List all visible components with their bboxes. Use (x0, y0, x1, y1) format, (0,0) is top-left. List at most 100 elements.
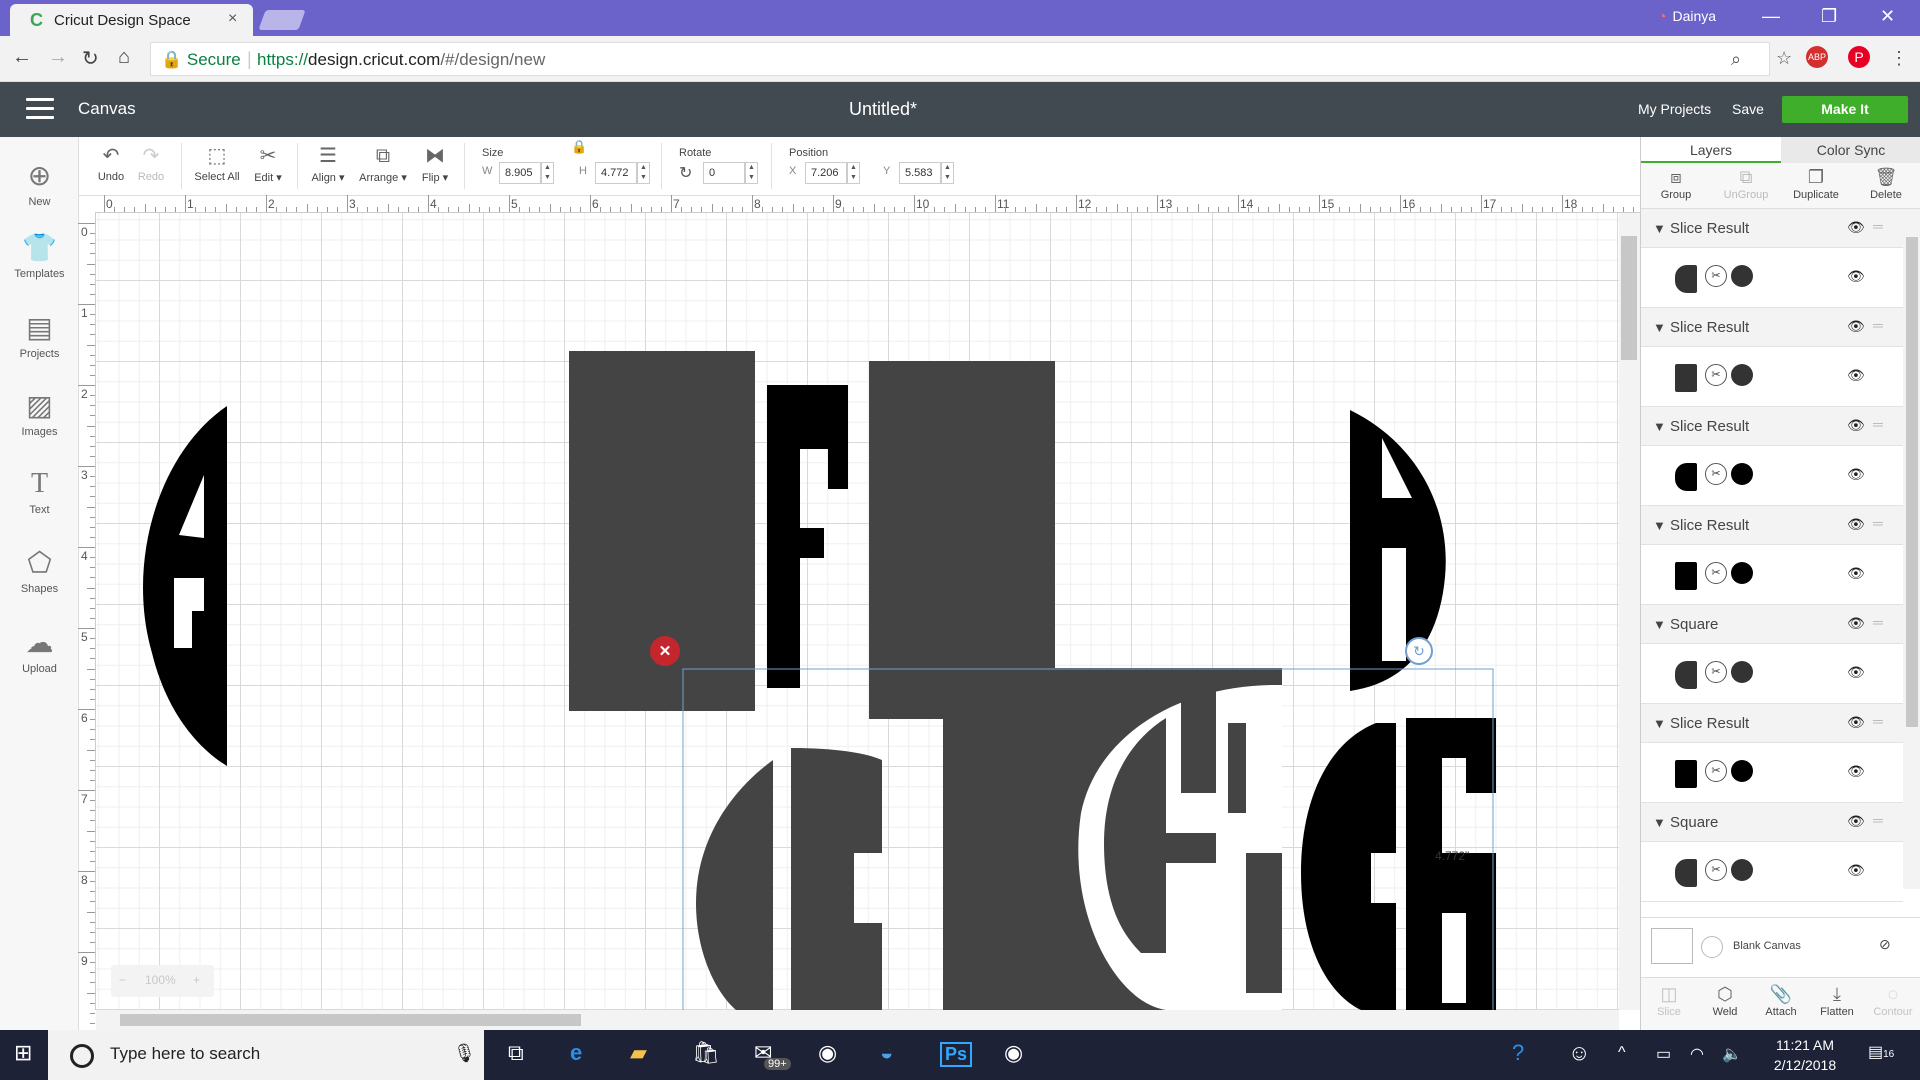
layer-item[interactable]: ✂ 👁 (1641, 248, 1903, 308)
weld-button[interactable]: ⬡ Weld (1697, 984, 1753, 1018)
gg-left-second-g[interactable] (791, 748, 882, 1010)
x-position-input[interactable]: 7.206 (805, 162, 847, 184)
url-field[interactable]: 🔒 Secure | https://design.cricut.com/#/d… (150, 42, 1770, 76)
layer-group-header[interactable]: ▼ Slice Result 👁 ═ (1641, 209, 1903, 248)
show-hidden-icons[interactable]: ^ (1618, 1044, 1626, 1062)
sidebar-item-projects[interactable]: ▤ Projects (0, 311, 79, 360)
canvas-vertical-scroll-thumb[interactable] (1621, 236, 1637, 360)
cut-linetype-icon[interactable]: ✂ (1705, 265, 1727, 287)
eye-icon[interactable]: 👁 (1847, 714, 1865, 731)
sidebar-item-upload[interactable]: ☁ Upload (0, 626, 79, 675)
canvas-color-picker[interactable] (1701, 936, 1723, 958)
sidebar-item-templates[interactable]: 👕 Templates (0, 231, 79, 280)
collapse-arrow-icon[interactable]: ▼ (1653, 518, 1666, 533)
letter-f-shape[interactable] (767, 385, 848, 688)
collapse-arrow-icon[interactable]: ▼ (1653, 221, 1666, 236)
task-view-icon[interactable]: ⧉ (508, 1040, 524, 1066)
close-window-icon[interactable]: ✕ (1880, 6, 1895, 27)
drag-handle-icon[interactable]: ═ (1873, 416, 1883, 432)
sidebar-item-shapes[interactable]: ⬠ Shapes (0, 546, 79, 595)
eye-icon[interactable]: 👁 (1847, 367, 1865, 384)
collapse-arrow-icon[interactable]: ▼ (1653, 716, 1666, 731)
eye-icon[interactable]: 👁 (1847, 268, 1865, 285)
forward-icon[interactable]: → (48, 46, 68, 69)
eye-icon[interactable]: 👁 (1847, 615, 1865, 632)
chrome-menu-icon[interactable]: ⋮ (1890, 48, 1908, 69)
adblock-icon[interactable]: ABP (1806, 46, 1828, 68)
sidebar-item-text[interactable]: T Text (0, 468, 79, 516)
tab-layers[interactable]: Layers (1641, 137, 1781, 163)
chrome-active-icon[interactable]: ◉ (1004, 1040, 1023, 1066)
layer-group-header[interactable]: ▼ Square 👁 ═ (1641, 803, 1903, 842)
drag-handle-icon[interactable]: ═ (1873, 713, 1883, 729)
bookmark-star-icon[interactable]: ☆ (1776, 48, 1792, 69)
design-canvas[interactable]: ✕ ↻ 4.772" − 100% + (96, 213, 1619, 1010)
help-icon[interactable]: ? (1512, 1040, 1524, 1066)
rotate-input[interactable]: 0 (703, 162, 745, 184)
cut-linetype-icon[interactable]: ✂ (1705, 562, 1727, 584)
edge-icon[interactable]: e (570, 1040, 582, 1066)
eye-off-icon[interactable]: ⊘ (1879, 936, 1891, 953)
eye-icon[interactable]: 👁 (1847, 813, 1865, 830)
make-it-button[interactable]: Make It (1782, 96, 1908, 123)
eye-icon[interactable]: 👁 (1847, 664, 1865, 681)
cricut-app-icon[interactable]: ◒ (880, 1040, 893, 1066)
canvas-horizontal-scroll-thumb[interactable] (120, 1014, 581, 1026)
restore-icon[interactable]: ❐ (1821, 6, 1837, 27)
group-button[interactable]: ⧈ Group (1641, 167, 1711, 201)
x-position-stepper[interactable]: ▲ ▼ (847, 162, 860, 184)
layer-color-swatch[interactable] (1731, 760, 1753, 782)
redo-button[interactable]: ↷ Redo (131, 141, 171, 183)
layer-color-swatch[interactable] (1731, 364, 1753, 386)
slice-button[interactable]: ◫ Slice (1641, 984, 1697, 1018)
zoom-in-button[interactable]: + (193, 973, 200, 987)
zoom-page-icon[interactable]: ⌕ (1731, 49, 1741, 70)
attach-button[interactable]: 📎 Attach (1753, 984, 1809, 1018)
drag-handle-icon[interactable]: ═ (1873, 515, 1883, 531)
width-stepper[interactable]: ▲ ▼ (541, 162, 554, 184)
cut-linetype-icon[interactable]: ✂ (1705, 364, 1727, 386)
canvas-color-swatch[interactable] (1651, 928, 1693, 964)
browser-user[interactable]: ◔ Dainya (1658, 8, 1716, 24)
home-icon[interactable]: ⌂ (118, 46, 130, 69)
action-center-icon[interactable]: ▤16 (1868, 1042, 1894, 1062)
taskbar-search[interactable]: Type here to search 🎙 (48, 1030, 484, 1080)
edit-dropdown[interactable]: ✂ Edit ▾ (247, 141, 289, 184)
layer-group-header[interactable]: ▼ Slice Result 👁 ═ (1641, 407, 1903, 446)
drag-handle-icon[interactable]: ═ (1873, 317, 1883, 333)
eye-icon[interactable]: 👁 (1847, 417, 1865, 434)
layer-color-swatch[interactable] (1731, 859, 1753, 881)
layer-color-swatch[interactable] (1731, 463, 1753, 485)
eye-icon[interactable]: 👁 (1847, 565, 1865, 582)
minimize-icon[interactable]: — (1762, 6, 1780, 27)
layer-group-header[interactable]: ▼ Slice Result 👁 ═ (1641, 704, 1903, 743)
arrange-dropdown[interactable]: ⧉ Arrange ▾ (355, 141, 411, 184)
collapse-arrow-icon[interactable]: ▼ (1653, 815, 1666, 830)
layer-item[interactable]: ✂ 👁 (1641, 446, 1903, 506)
layer-group-header[interactable]: ▼ Square 👁 ═ (1641, 605, 1903, 644)
windows-start-icon[interactable]: ⊞ (14, 1040, 32, 1066)
eye-icon[interactable]: 👁 (1847, 466, 1865, 483)
layer-color-swatch[interactable] (1731, 661, 1753, 683)
square-shape-right[interactable] (869, 361, 1055, 719)
tab-close-icon[interactable]: × (228, 10, 237, 28)
cut-linetype-icon[interactable]: ✂ (1705, 859, 1727, 881)
back-icon[interactable]: ← (12, 46, 32, 69)
layer-item[interactable]: ✂ 👁 (1641, 347, 1903, 407)
people-icon[interactable]: ☺ (1568, 1040, 1590, 1066)
wifi-icon[interactable]: ◠ (1690, 1044, 1704, 1064)
layer-item[interactable]: ✂ 👁 (1641, 644, 1903, 704)
cut-linetype-icon[interactable]: ✂ (1705, 463, 1727, 485)
pinterest-icon[interactable]: P (1848, 46, 1870, 68)
flatten-button[interactable]: ⤓ Flatten (1809, 984, 1865, 1018)
undo-button[interactable]: ↶ Undo (91, 141, 131, 183)
layer-item[interactable]: ✂ 👁 (1641, 842, 1903, 902)
collapse-arrow-icon[interactable]: ▼ (1653, 419, 1666, 434)
volume-icon[interactable]: 🔈 (1722, 1044, 1742, 1064)
align-dropdown[interactable]: ☰ Align ▾ (305, 141, 351, 184)
gg-right-first-g[interactable] (1301, 723, 1396, 1010)
eye-icon[interactable]: 👁 (1847, 862, 1865, 879)
rotate-stepper[interactable]: ▲ ▼ (745, 162, 758, 184)
eye-icon[interactable]: 👁 (1847, 516, 1865, 533)
contour-button[interactable]: ◌ Contour (1865, 984, 1920, 1018)
